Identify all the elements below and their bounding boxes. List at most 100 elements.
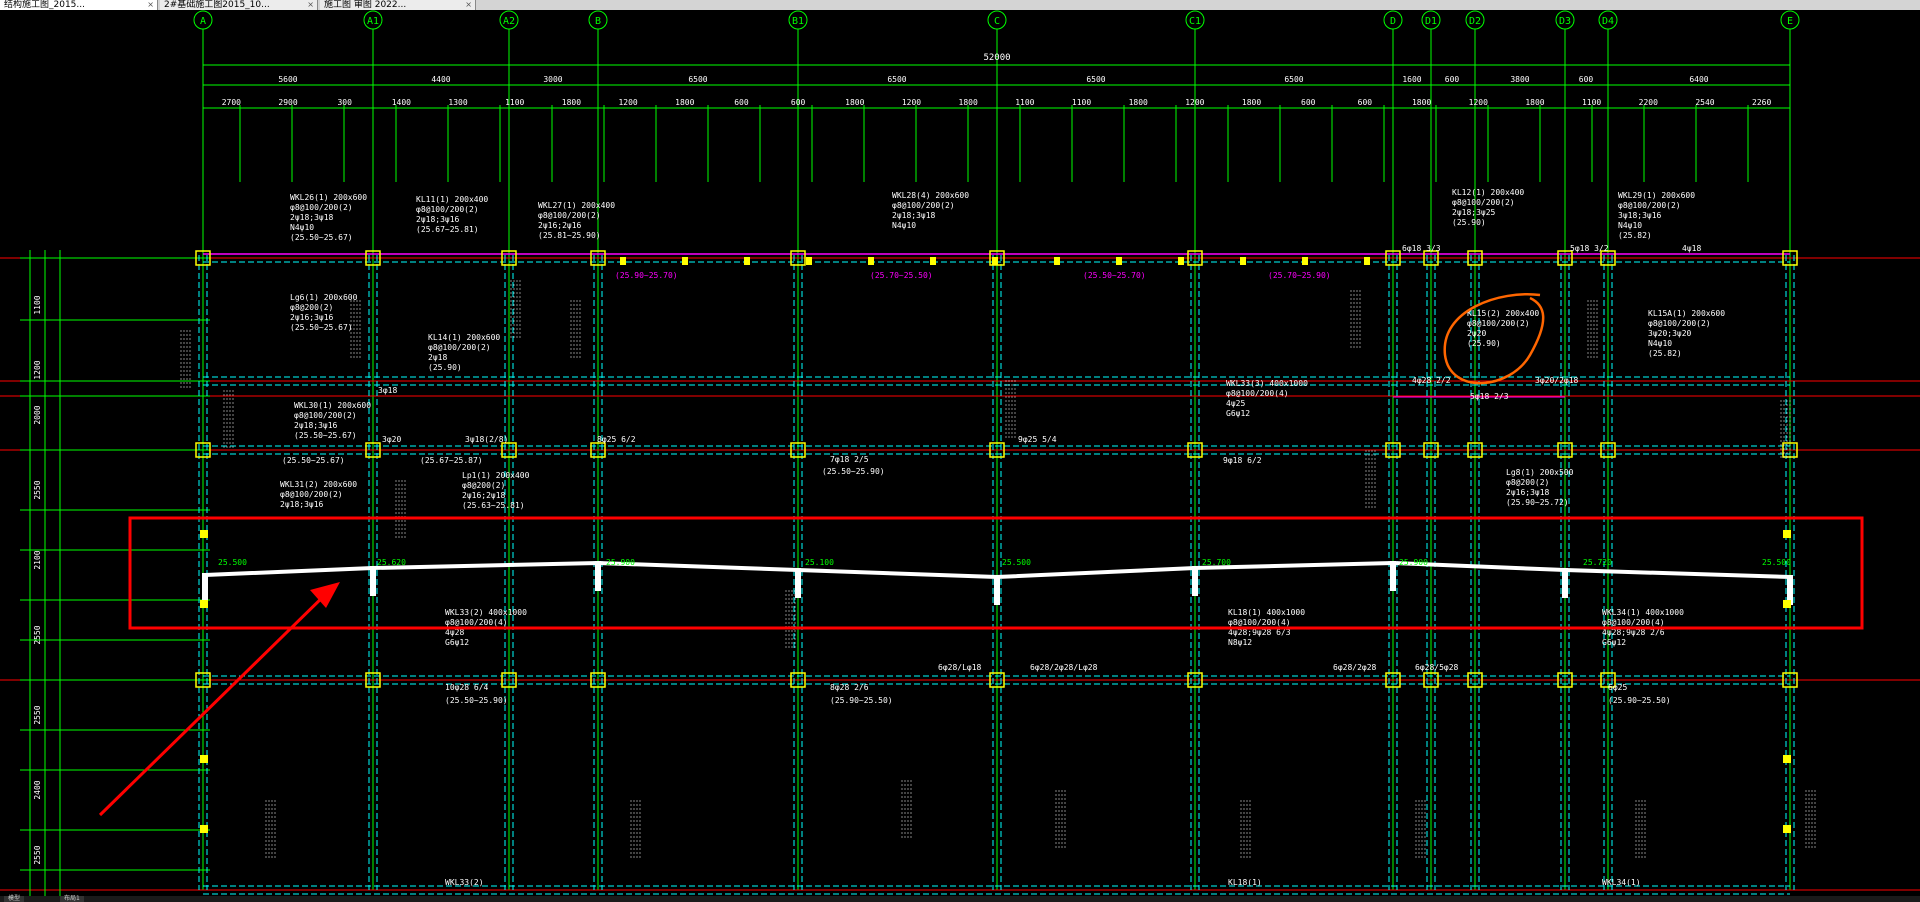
close-icon[interactable]: × xyxy=(307,0,314,10)
dim-row1-text: 600 xyxy=(1579,75,1594,84)
dim-row2-text: 1800 xyxy=(845,98,864,107)
elevation-label: 25.720 xyxy=(1583,558,1612,567)
reinforcement-label: 8φ28 2/6 xyxy=(830,683,869,692)
reinforcement-label: (25.50~25.70) xyxy=(1083,271,1146,280)
dim-row2-text: 1800 xyxy=(1525,98,1544,107)
dim-left-text: 2550 xyxy=(33,480,42,499)
reinforcement-label: 3φ20 xyxy=(382,435,401,444)
tab-model[interactable]: 模型 xyxy=(4,896,25,902)
close-icon[interactable]: × xyxy=(147,0,154,10)
axis-label: B xyxy=(595,16,601,27)
beam-annotation: 2ψ16;3ψ18 xyxy=(1506,488,1550,497)
beam-annotation: WKL33(2) 400x1000 xyxy=(445,608,527,617)
close-icon[interactable]: × xyxy=(465,0,472,10)
rebar-mark xyxy=(200,825,208,833)
beam-annotation: φ8@200(2) xyxy=(1506,478,1549,487)
reinforcement-label: 5φ18 3/2 xyxy=(1570,244,1609,253)
beam-annotation: G6ψ12 xyxy=(1602,638,1626,647)
beam-annotation: WKL34(1) 400x1000 xyxy=(1602,608,1684,617)
reinforcement-label: (25.90~25.50) xyxy=(1608,696,1671,705)
profile-post xyxy=(795,568,801,598)
reinforcement-label: 6φ25 xyxy=(1608,683,1627,692)
reinforcement-label: 7φ18 2/5 xyxy=(830,455,869,464)
beam-annotation: φ8@200(2) xyxy=(462,481,505,490)
beam-annotation: φ8@100/200(2) xyxy=(1648,319,1711,328)
beam-annotation: KL15(2) 200x400 xyxy=(1467,309,1539,318)
beam-annotation: (25.82) xyxy=(1648,349,1682,358)
beam-annotation: 2ψ16;2ψ16 xyxy=(538,221,582,230)
dim-row2-text: 1400 xyxy=(392,98,411,107)
axis-label: C1 xyxy=(1189,16,1201,27)
beam-annotation: φ8@100/200(2) xyxy=(428,343,491,352)
beam-annotation: (25.82) xyxy=(1618,231,1652,240)
elevation-label: 25.900 xyxy=(1399,558,1428,567)
beam-annotation: N8ψ12 xyxy=(1228,638,1252,647)
axis-label: D2 xyxy=(1469,16,1481,27)
dim-row1-text: 6400 xyxy=(1689,75,1708,84)
dim-row2-text: 1100 xyxy=(1582,98,1601,107)
beam-annotation: φ8@100/200(2) xyxy=(1467,319,1530,328)
dim-left-text: 2400 xyxy=(33,780,42,799)
rebar-mark xyxy=(1364,257,1370,265)
beam-annotation: (25.90) xyxy=(428,363,462,372)
reinforcement-label: 8φ25 6/2 xyxy=(597,435,636,444)
axis-label: E xyxy=(1787,16,1793,27)
rebar-mark xyxy=(200,600,208,608)
rebar-mark xyxy=(200,530,208,538)
dim-row2-text: 600 xyxy=(1358,98,1373,107)
dim-left-text: 1100 xyxy=(33,295,42,314)
reinforcement-label: 6φ18 3/3 xyxy=(1402,244,1441,253)
document-tab-label: 施工图 审图 2022... xyxy=(324,0,407,10)
beam-annotation: KL18(1) 400x1000 xyxy=(1228,608,1305,617)
dim-row2-text: 1100 xyxy=(505,98,524,107)
reinforcement-label: (25.90~25.50) xyxy=(830,696,893,705)
beam-annotation: 2ψ18 xyxy=(428,353,447,362)
reinforcement-label: (25.67~25.87) xyxy=(420,456,483,465)
tab-layout-1[interactable]: 布局1 xyxy=(60,896,84,902)
rebar-mark xyxy=(1783,755,1791,763)
dim-row1-text: 3000 xyxy=(543,75,562,84)
elevation-label: 25.500 xyxy=(218,558,247,567)
beam-annotation: WKL31(2) 200x600 xyxy=(280,480,357,489)
dim-row2-text: 1200 xyxy=(902,98,921,107)
reinforcement-label: 3φ18 xyxy=(378,386,397,395)
beam-annotation: KL15A(1) 200x600 xyxy=(1648,309,1725,318)
dim-row2-text: 1300 xyxy=(448,98,467,107)
beam-id-label: WKL34(1) xyxy=(1602,878,1641,887)
beam-annotation: G6ψ12 xyxy=(445,638,469,647)
beam-id-label: KL18(1) xyxy=(1228,878,1262,887)
dim-left-text: 2000 xyxy=(33,405,42,424)
cad-drawing-canvas[interactable]: A A1 A2 B B1 C C1 D D1 D2 D3 D4 E 52000 5600 4400 3000 6… xyxy=(0,10,1920,898)
dim-row2-text: 1200 xyxy=(618,98,637,107)
beam-annotation: Lg8(1) 200x500 xyxy=(1506,468,1574,477)
dim-left-text: 1200 xyxy=(33,360,42,379)
elevation-label: 25.900 xyxy=(606,558,635,567)
document-tab[interactable]: 2#基础施工图2015_10... × xyxy=(160,0,318,10)
elevation-label: 25.500 xyxy=(1762,558,1791,567)
beam-annotation: 3ψ18;3ψ16 xyxy=(1618,211,1662,220)
beam-annotation: WKL30(1) 200x600 xyxy=(294,401,371,410)
dim-row2-text: 1100 xyxy=(1072,98,1091,107)
beam-annotation: KL11(1) 200x400 xyxy=(416,195,488,204)
elevation-label: 25.500 xyxy=(1002,558,1031,567)
dim-row1-text: 6500 xyxy=(887,75,906,84)
rebar-mark xyxy=(1783,600,1791,608)
reinforcement-label: (25.50~25.90) xyxy=(445,696,508,705)
profile-post xyxy=(595,561,601,591)
dim-left-text: 2550 xyxy=(33,705,42,724)
beam-annotation: 2ψ20 xyxy=(1467,329,1486,338)
reinforcement-label: 5φ18 2/3 xyxy=(1470,392,1509,401)
beam-annotation: 2ψ18;3ψ16 xyxy=(416,215,460,224)
rebar-mark xyxy=(744,257,750,265)
profile-post xyxy=(1192,566,1198,596)
beam-annotation: φ8@100/200(4) xyxy=(1228,618,1291,627)
document-tab[interactable]: 结构施工图_2015... × xyxy=(0,0,158,10)
reinforcement-label: 9φ18 6/2 xyxy=(1223,456,1262,465)
document-tab-label: 2#基础施工图2015_10... xyxy=(164,0,270,10)
document-tab[interactable]: 施工图 审图 2022... × xyxy=(320,0,476,10)
rebar-mark xyxy=(1054,257,1060,265)
axis-label: C xyxy=(994,16,1000,27)
rebar-mark xyxy=(1783,530,1791,538)
beam-annotation: 2ψ18;3ψ16 xyxy=(280,500,324,509)
beam-annotation: 2ψ16;3ψ16 xyxy=(290,313,334,322)
